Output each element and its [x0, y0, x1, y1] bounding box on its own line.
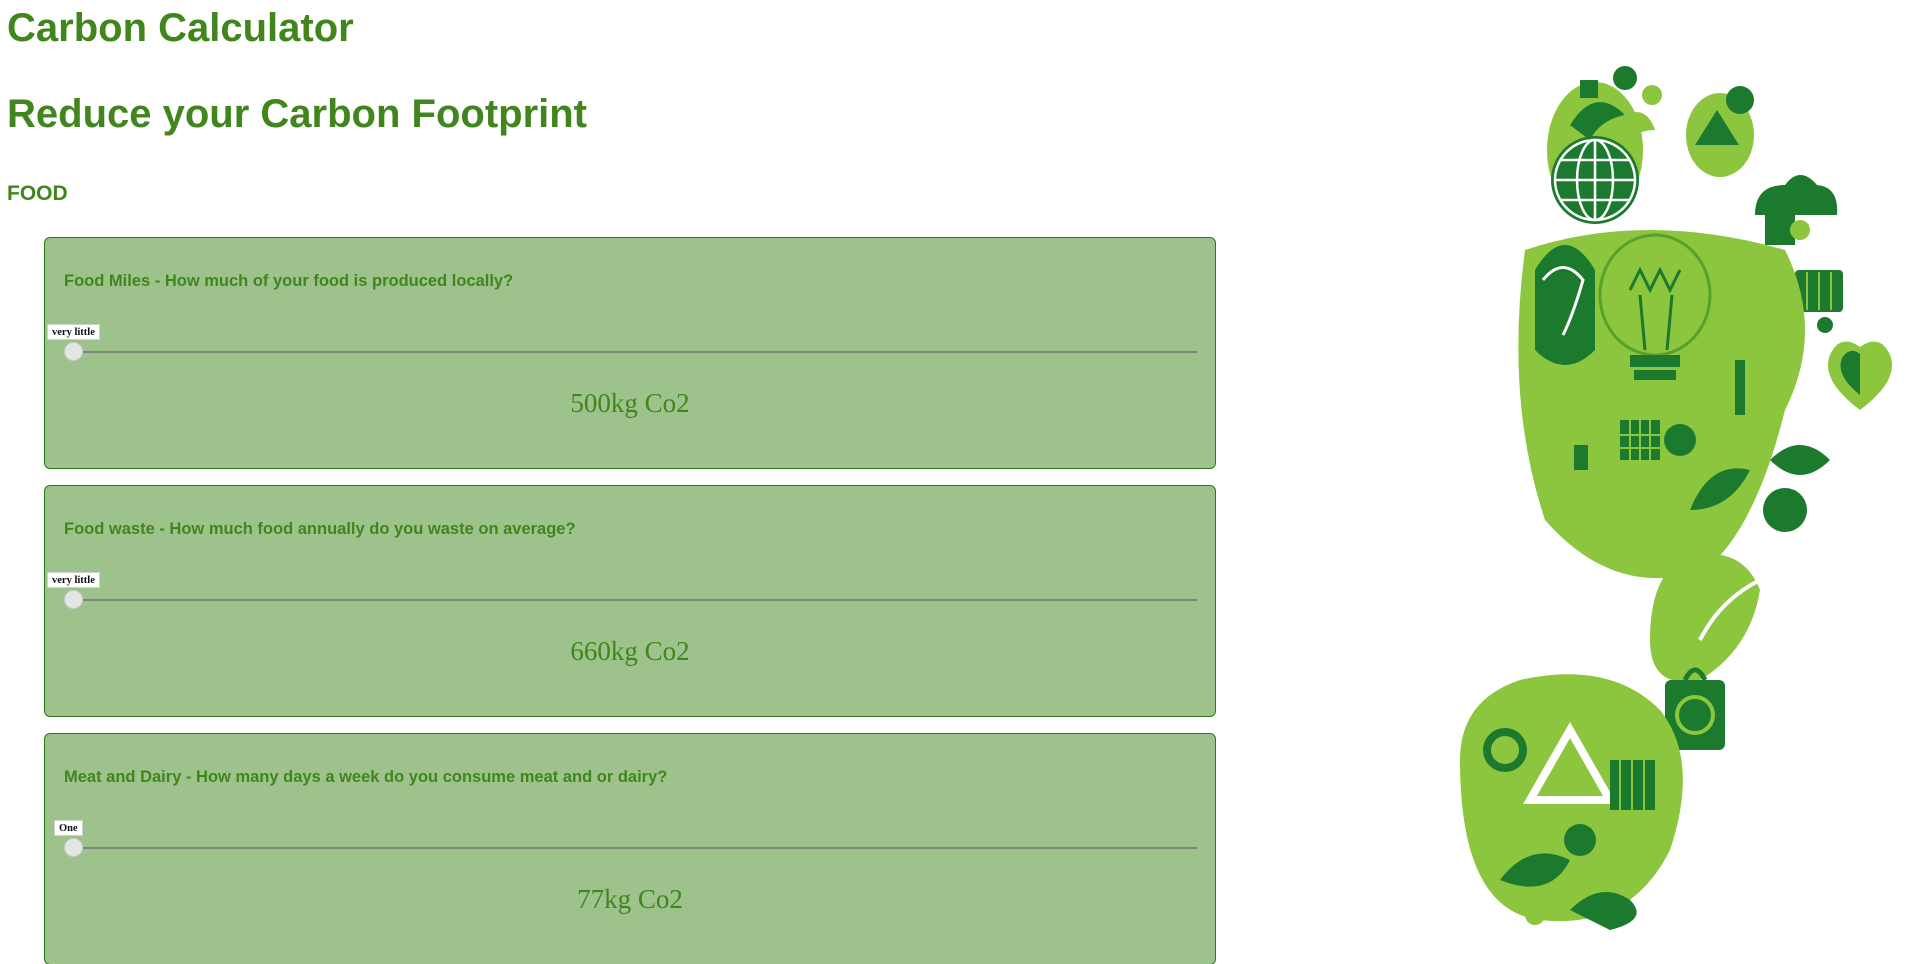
meat-dairy-slider-track[interactable] — [73, 847, 1197, 849]
heel-group — [1460, 674, 1683, 930]
page-title: Carbon Calculator — [7, 6, 354, 50]
food-waste-slider-tooltip: very little — [47, 572, 100, 588]
food-miles-slider-handle[interactable] — [64, 342, 83, 361]
meat-dairy-slider-handle[interactable] — [64, 838, 83, 857]
food-waste-question: Food waste - How much food annually do y… — [64, 520, 576, 538]
food-waste-slider-handle[interactable] — [64, 590, 83, 609]
food-waste-slider-track[interactable] — [73, 599, 1197, 601]
food-miles-result: 500kg Co2 — [570, 388, 690, 418]
second-toe-group — [1686, 86, 1754, 177]
eco-footprint-illustration — [1460, 66, 1892, 930]
food-miles-slider-track[interactable] — [73, 351, 1197, 353]
meat-dairy-slider-tooltip: One — [54, 820, 83, 836]
page-subtitle: Reduce your Carbon Footprint — [7, 92, 587, 136]
food-miles-slider-tooltip: very little — [47, 324, 100, 340]
big-toe-group — [1547, 66, 1662, 224]
food-miles-card: Food Miles - How much of your food is pr… — [44, 237, 1216, 469]
meat-dairy-result: 77kg Co2 — [577, 884, 683, 914]
meat-dairy-question: Meat and Dairy - How many days a week do… — [64, 768, 668, 786]
food-waste-card: Food waste - How much food annually do y… — [44, 485, 1216, 717]
forefoot-group — [1518, 230, 1830, 579]
little-toe-heart — [1828, 341, 1892, 410]
food-waste-result: 660kg Co2 — [570, 636, 690, 666]
third-toe-group — [1755, 175, 1838, 245]
section-heading-food: FOOD — [7, 182, 68, 205]
meat-dairy-card: Meat and Dairy - How many days a week do… — [44, 733, 1216, 964]
food-miles-question: Food Miles - How much of your food is pr… — [64, 272, 514, 290]
carbon-calculator-page: Carbon Calculator Reduce your Carbon Foo… — [0, 0, 1920, 964]
